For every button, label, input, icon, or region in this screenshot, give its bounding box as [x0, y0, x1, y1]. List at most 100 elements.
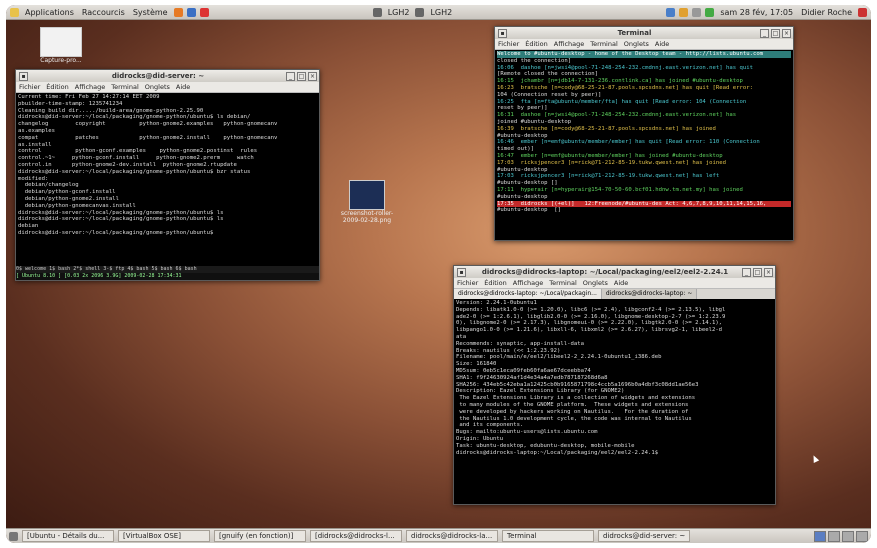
menu-view[interactable]: Affichage: [510, 279, 547, 287]
menu-help[interactable]: Aide: [652, 40, 672, 48]
terminal-line: 16:39 bratsche [n=cody@68-25-21-87.pools…: [497, 125, 716, 132]
terminal-line: #ubuntu-desktop []: [497, 180, 558, 187]
terminal-line: MD5sum: 0eb5c1eca09feb60fa6ae67dceebba74: [456, 367, 591, 374]
menu-help[interactable]: Aide: [173, 83, 193, 91]
terminal-line: pbuilder-time-stamp: 1235741234: [18, 100, 123, 107]
menu-terminal[interactable]: Terminal: [108, 83, 141, 91]
close-button[interactable]: ×: [308, 71, 317, 81]
menu-edit[interactable]: Édition: [43, 83, 72, 91]
mail-icon[interactable]: [186, 7, 196, 17]
menu-view[interactable]: Affichage: [72, 83, 109, 91]
terminal-line: compat patches python-gnome2.install pyt…: [18, 134, 278, 141]
window-menu-icon[interactable]: ▪: [498, 28, 507, 38]
show-desktop-icon[interactable]: [9, 531, 18, 541]
menu-tabs[interactable]: Onglets: [142, 83, 173, 91]
close-button[interactable]: ×: [782, 28, 791, 38]
terminal-output[interactable]: Current time: Fri Feb 27 14:27:14 EET 20…: [16, 93, 319, 238]
volume-icon[interactable]: [692, 7, 702, 17]
terminal-line: to many modules of the GNOME platform. T…: [456, 401, 689, 408]
terminal-line: SHA1: f9f24630924af1d4e34a4a7edb78718726…: [456, 374, 608, 381]
desktop-icon-label: Capture-pro...: [40, 57, 82, 64]
menu-terminal[interactable]: Terminal: [546, 279, 579, 287]
network-icon[interactable]: [666, 7, 676, 17]
menu-file[interactable]: Fichier: [454, 279, 481, 287]
image-file-icon: [349, 180, 385, 210]
battery-icon[interactable]: [705, 7, 715, 17]
terminal-line: Welcome to #ubuntu-desktop - home of the…: [497, 51, 791, 58]
minimize-button[interactable]: _: [742, 267, 751, 277]
menu-view[interactable]: Affichage: [551, 40, 588, 48]
firefox-icon[interactable]: [173, 7, 183, 17]
workspace-switcher-1[interactable]: [814, 530, 826, 542]
tab-packaging[interactable]: didrocks@didrocks-laptop: ~/Local/packag…: [454, 289, 602, 299]
menu-edit[interactable]: Édition: [481, 279, 510, 287]
minimize-button[interactable]: _: [286, 71, 295, 81]
menubar: Fichier Édition Affichage Terminal Ongle…: [16, 82, 319, 93]
window-title: didrocks@did-server: ~: [111, 72, 205, 80]
taskbar-item[interactable]: [didrocks@didrocks-l...: [310, 530, 402, 542]
maximize-button[interactable]: □: [297, 71, 306, 81]
titlebar[interactable]: ▪ didrocks@did-server: ~ _ □ ×: [16, 70, 319, 82]
user-name[interactable]: Didier Roche: [797, 8, 856, 17]
terminal-line: Task: ubuntu-desktop, edubuntu-desktop, …: [456, 442, 635, 449]
terminal-line: Current time: Fri Feb 27 14:27:14 EET 20…: [18, 94, 160, 100]
workspace-label-2[interactable]: LGH2: [426, 8, 456, 17]
menu-places[interactable]: Raccourcis: [78, 8, 129, 17]
menu-tabs[interactable]: Onglets: [580, 279, 611, 287]
window-menu-icon[interactable]: ▪: [19, 71, 28, 81]
menu-file[interactable]: Fichier: [16, 83, 43, 91]
workspace-icon-2: [415, 7, 425, 17]
desktop-icon-screenshot[interactable]: screenshot-roller-2009-02-28.png: [336, 180, 398, 224]
window-title: didrocks@didrocks-laptop: ~/Local/packag…: [481, 268, 729, 276]
workspace-switcher-2[interactable]: [828, 530, 840, 542]
taskbar-item[interactable]: [VirtualBox OSE]: [118, 530, 210, 542]
workspace-switcher-4[interactable]: [856, 530, 868, 542]
terminal-output[interactable]: Version: 2.24.1-0ubuntu1 Depends: libatk1…: [454, 299, 775, 457]
workspace-label-1[interactable]: LGH2: [384, 8, 414, 17]
terminal-line: Cleaning build dir...../build-area/gnome…: [18, 107, 204, 114]
terminal-line: 16:23 bratsche [n=cody@68-25-21-87.pools…: [497, 84, 753, 91]
terminal-line: Filename: pool/main/e/eel2/libeel2-2_2.2…: [456, 354, 662, 361]
menu-help[interactable]: Aide: [611, 279, 631, 287]
minimize-button[interactable]: _: [760, 28, 769, 38]
taskbar-item[interactable]: Terminal: [502, 530, 594, 542]
maximize-button[interactable]: □: [753, 267, 762, 277]
desktop-icon-capture[interactable]: Capture-pro...: [38, 27, 84, 64]
update-icon[interactable]: [679, 7, 689, 17]
screen-status-line: 0$ welcome 1$ bash 2*$ shell 3-$ ftp 4$ …: [16, 266, 319, 273]
taskbar-item[interactable]: [Ubuntu - Détails du...: [22, 530, 114, 542]
help-icon[interactable]: [199, 7, 209, 17]
terminal-line: as.install: [18, 141, 52, 148]
terminal-line: 16:06 dashoe [n=jwsi4@pool-71-248-254-23…: [497, 64, 753, 71]
menu-system[interactable]: Système: [129, 8, 172, 17]
workspace-switcher-3[interactable]: [842, 530, 854, 542]
taskbar-item[interactable]: didrocks@did-server: ~: [598, 530, 690, 542]
maximize-button[interactable]: □: [771, 28, 780, 38]
terminal-line: control python-gconf.examples python-gno…: [18, 148, 258, 155]
menu-edit[interactable]: Édition: [522, 40, 551, 48]
taskbar-item[interactable]: [gnuify (en fonction)]: [214, 530, 306, 542]
irc-output[interactable]: Welcome to #ubuntu-desktop - home of the…: [495, 50, 793, 215]
terminal-window-laptop[interactable]: ▪ didrocks@didrocks-laptop: ~/Local/pack…: [453, 265, 776, 505]
terminal-window-did-server[interactable]: ▪ didrocks@did-server: ~ _ □ × Fichier É…: [15, 69, 320, 281]
terminal-line: changelog copyright python-gnome2.exampl…: [18, 121, 278, 128]
terminal-line: were developed by hackers working on Nau…: [456, 408, 689, 415]
close-button[interactable]: ×: [764, 267, 773, 277]
window-menu-icon[interactable]: ▪: [457, 267, 466, 277]
terminal-line: #ubuntu-desktop: [497, 166, 548, 173]
taskbar-item[interactable]: didrocks@didrocks-la...: [406, 530, 498, 542]
terminal-window-irc[interactable]: ▪ Terminal _ □ × Fichier Édition Afficha…: [494, 26, 794, 241]
terminal-line: didrocks@did-server:~/local/packaging/gn…: [18, 168, 251, 175]
bottom-panel: [Ubuntu - Détails du... [VirtualBox OSE]…: [6, 528, 871, 543]
titlebar[interactable]: ▪ Terminal _ □ ×: [495, 27, 793, 39]
terminal-line: 104 (Connection reset by peer)]: [497, 91, 602, 98]
clock[interactable]: sam 28 fév, 17:05: [716, 8, 797, 17]
tab-home[interactable]: didrocks@didrocks-laptop: ~: [601, 289, 698, 299]
menu-file[interactable]: Fichier: [495, 40, 522, 48]
terminal-line: #ubuntu-desktop: [497, 193, 548, 200]
menu-terminal[interactable]: Terminal: [587, 40, 620, 48]
menu-tabs[interactable]: Onglets: [621, 40, 652, 48]
shutdown-icon[interactable]: [858, 7, 867, 17]
menu-applications[interactable]: Applications: [21, 8, 78, 17]
titlebar[interactable]: ▪ didrocks@didrocks-laptop: ~/Local/pack…: [454, 266, 775, 278]
